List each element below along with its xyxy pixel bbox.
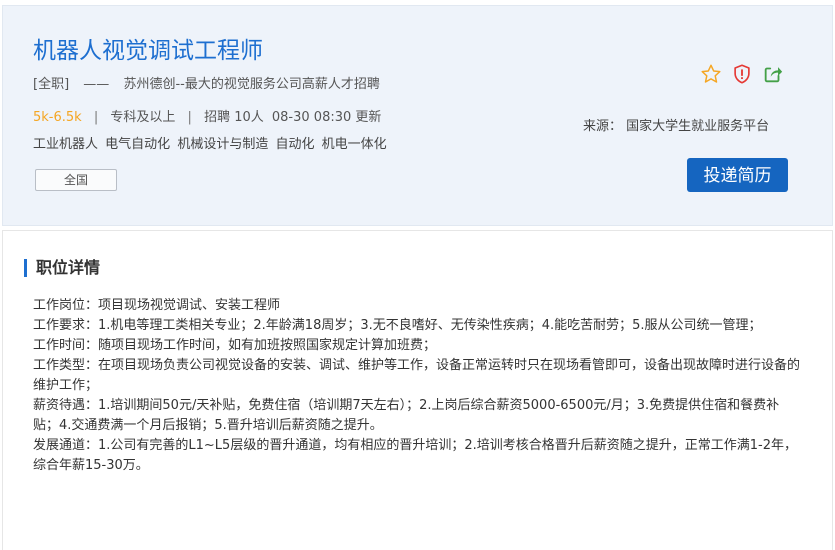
job-info: 5k-6.5k | 专科及以上 | 招聘 10人 08-30 08:30 更新 (33, 109, 381, 127)
employment-type: [全职] (33, 77, 70, 92)
apply-resume-button[interactable]: 投递简历 (687, 158, 788, 192)
major-tag: 机电一体化 (321, 137, 387, 152)
separator: | (187, 110, 192, 125)
major-tag: 机械设计与制造 (177, 137, 269, 152)
source-label: 来源： 国家大学生就业服务平台 (583, 119, 770, 134)
meta-dash: —— (83, 77, 110, 92)
separator: | (93, 110, 99, 125)
description-line: 发展通道：1.公司有完善的L1~L5层级的晋升通道，均有相应的晋升培训；2.培训… (33, 438, 797, 473)
job-header: 机器人视觉调试工程师 [全职] —— 苏州德创--最大的视觉服务公司高薪人才招聘… (2, 5, 833, 226)
star-icon[interactable] (700, 63, 722, 85)
description-line: 工作岗位：项目现场视觉调试、安装工程师 (33, 298, 281, 313)
company-name[interactable]: 苏州德创--最大的视觉服务公司高薪人才招聘 (123, 77, 379, 92)
section-accent-bar (24, 259, 27, 277)
description-line: 工作时间：随项目现场工作时间，如有加班按照国家规定计算加班费； (33, 338, 437, 353)
updated-time: 08-30 08:30 更新 (271, 110, 382, 125)
major-tag: 自动化 (275, 137, 315, 152)
job-details-section: 职位详情 工作岗位：项目现场视觉调试、安装工程师 工作要求：1.机电等理工类相关… (2, 230, 833, 550)
section-heading: 职位详情 (36, 258, 101, 277)
major-tags: 工业机器人 电气自动化 机械设计与制造 自动化 机电一体化 (33, 136, 390, 154)
major-tag: 工业机器人 (33, 137, 99, 152)
job-meta: [全职] —— 苏州德创--最大的视觉服务公司高薪人才招聘 (33, 76, 380, 94)
education: 专科及以上 (110, 110, 176, 125)
description-line: 工作要求：1.机电等理工类相关专业；2.年龄满18周岁；3.无不良嗜好、无传染性… (33, 318, 762, 333)
shield-warning-icon[interactable] (731, 63, 753, 85)
salary: 5k-6.5k (33, 110, 82, 125)
job-title: 机器人视觉调试工程师 (33, 38, 263, 64)
headcount: 招聘 10人 (204, 110, 264, 125)
job-page: 机器人视觉调试工程师 [全职] —— 苏州德创--最大的视觉服务公司高薪人才招聘… (0, 0, 835, 550)
major-tag: 电气自动化 (105, 137, 171, 152)
share-icon[interactable] (762, 63, 784, 85)
description-line: 工作类型：在项目现场负责公司视觉设备的安装、调试、维护等工作，设备正常运转时只在… (33, 358, 801, 393)
description-line: 薪资待遇：1.培训期间50元/天补贴，免费住宿（培训期7天左右）；2.上岗后综合… (33, 398, 780, 433)
region-tag: 全国 (35, 169, 117, 191)
job-description: 工作岗位：项目现场视觉调试、安装工程师 工作要求：1.机电等理工类相关专业；2.… (33, 296, 803, 476)
